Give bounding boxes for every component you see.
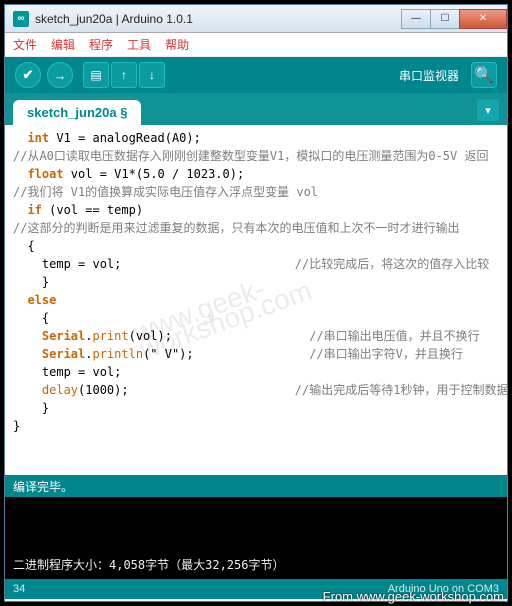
credit-text: From www.geek-workshop.com	[323, 589, 504, 604]
code-token: (1000);	[78, 383, 295, 397]
code-line: }	[13, 417, 507, 435]
code-editor[interactable]: www.geek-workshop.com int V1 = analogRea…	[5, 125, 507, 475]
close-button[interactable]: ✕	[459, 9, 507, 29]
code-token: Serial	[13, 347, 85, 361]
minimize-button[interactable]: —	[401, 9, 431, 29]
code-token: V1 = analogRead(A0);	[49, 131, 201, 145]
verify-button[interactable]: ✔	[15, 62, 41, 88]
code-token: if	[13, 203, 42, 217]
app-icon: ∞	[13, 11, 29, 27]
code-line: }	[13, 399, 507, 417]
code-line: temp = vol;	[13, 363, 507, 381]
code-comment: //这部分的判断是用来过滤重复的数据，只有本次的电压值和上次不一时才进行输出	[13, 219, 507, 237]
code-comment: //串口输出电压值，并且不换行	[309, 329, 479, 343]
serial-monitor-label: 串口监视器	[399, 67, 459, 84]
menu-help[interactable]: 帮助	[165, 36, 189, 53]
toolbar: ✔ → ▤ ↑ ↓ 串口监视器 🔍	[5, 57, 507, 93]
save-button[interactable]: ↓	[139, 62, 165, 88]
code-token: float	[13, 167, 64, 181]
code-token: temp = vol;	[13, 257, 295, 271]
code-comment: //输出完成后等待1秒钟，用于控制数据	[295, 383, 507, 397]
code-token: print	[92, 329, 128, 343]
titlebar[interactable]: ∞ sketch_jun20a | Arduino 1.0.1 — ☐ ✕	[5, 5, 507, 33]
code-token: (vol == temp)	[42, 203, 143, 217]
menu-tools[interactable]: 工具	[127, 36, 151, 53]
tab-sketch[interactable]: sketch_jun20a §	[13, 100, 141, 125]
code-token: delay	[13, 383, 78, 397]
menu-sketch[interactable]: 程序	[89, 36, 113, 53]
code-token: vol = V1*(5.0 / 1023.0);	[64, 167, 245, 181]
code-line: {	[13, 309, 507, 327]
upload-button[interactable]: →	[47, 62, 73, 88]
code-comment: //串口输出字符V，并且换行	[309, 347, 463, 361]
code-line: {	[13, 237, 507, 255]
code-comment: //比较完成后，将这次的值存入比较	[295, 257, 489, 271]
code-comment: //我们将 V1的值换算成实际电压值存入浮点型变量 vol	[13, 183, 507, 201]
tab-menu-button[interactable]: ▾	[477, 99, 499, 121]
code-token: (vol);	[129, 329, 310, 343]
code-token: else	[13, 293, 56, 307]
menu-file[interactable]: 文件	[13, 36, 37, 53]
code-token: println	[92, 347, 143, 361]
maximize-button[interactable]: ☐	[430, 9, 460, 29]
code-token: int	[13, 131, 49, 145]
tabbar: sketch_jun20a § ▾	[5, 93, 507, 125]
new-button[interactable]: ▤	[83, 62, 109, 88]
window-title: sketch_jun20a | Arduino 1.0.1	[35, 12, 402, 26]
window-controls: — ☐ ✕	[402, 9, 507, 29]
console-line: 二进制程序大小：4,058字节（最大32,256字节）	[13, 556, 499, 573]
code-comment: //从A0口读取电压数据存入刚刚创建整数型变量V1，模拟口的电压测量范围为0-5…	[13, 147, 507, 165]
menu-edit[interactable]: 编辑	[51, 36, 75, 53]
status-bar: 编译完毕。	[5, 475, 507, 497]
menubar: 文件 编辑 程序 工具 帮助	[5, 33, 507, 57]
console-output[interactable]: 二进制程序大小：4,058字节（最大32,256字节）	[5, 497, 507, 579]
open-button[interactable]: ↑	[111, 62, 137, 88]
line-number: 34	[13, 583, 25, 595]
serial-monitor-button[interactable]: 🔍	[471, 62, 497, 88]
code-token: Serial	[13, 329, 85, 343]
status-text: 编译完毕。	[13, 478, 73, 495]
app-window: ∞ sketch_jun20a | Arduino 1.0.1 — ☐ ✕ 文件…	[4, 4, 508, 602]
code-line: }	[13, 273, 507, 291]
code-token: (" V");	[143, 347, 309, 361]
